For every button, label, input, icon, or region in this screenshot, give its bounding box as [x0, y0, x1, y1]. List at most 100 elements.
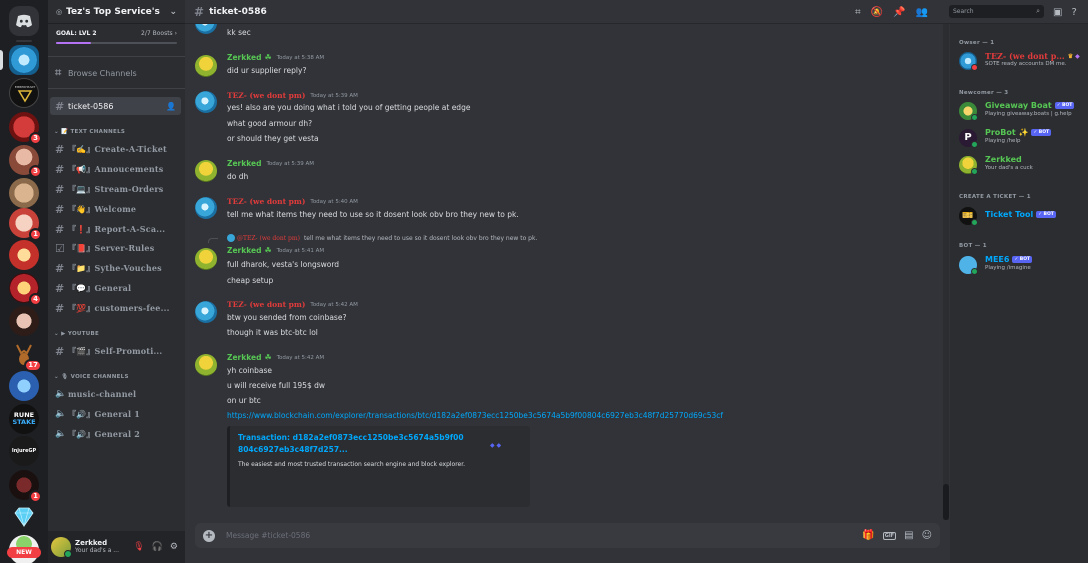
message-header: TEZ- (we dont pm) Today at 5:39 AM [227, 91, 358, 100]
blockchain-link[interactable]: https://www.blockchain.com/explorer/tran… [227, 411, 723, 420]
voice-general-1[interactable]: 🔈 『🔊』General 1 [50, 405, 181, 423]
channel-stream-orders[interactable]: # 『💻』Stream-Orders [50, 180, 181, 198]
avatar[interactable] [195, 24, 217, 34]
author-name[interactable]: Zerkked [227, 53, 261, 62]
threads-icon[interactable]: ⌗ [855, 7, 861, 18]
author-name[interactable]: TEZ- (we dont pm) [227, 91, 305, 100]
avatar[interactable] [195, 354, 217, 376]
reply-reference[interactable]: @TEZ- (we dont pm) tell me what items the… [208, 234, 537, 243]
avatar[interactable] [195, 248, 217, 270]
unread-badge: 17 [24, 359, 42, 372]
server-girl-icon[interactable] [9, 306, 39, 336]
server-runestake-icon[interactable]: RUNE STAKE [9, 404, 39, 434]
notifications-muted-icon[interactable]: 🔕 [871, 7, 883, 18]
channel-label: 『👋』Welcome [68, 203, 137, 214]
emoji-icon[interactable]: ☺ [922, 530, 932, 541]
server-injure-icon[interactable]: InjureGP [9, 436, 39, 466]
author-name[interactable]: TEZ- (we dont pm) [227, 300, 305, 309]
server-new-icon[interactable]: NEW [7, 535, 41, 563]
author-name[interactable]: Zerkked [227, 159, 261, 168]
bot-tag: ✓ BOT [1054, 102, 1075, 109]
reply-author: @TEZ- (we dont pm) [237, 234, 300, 242]
author-name[interactable]: Zerkked [227, 246, 261, 255]
boost-goal[interactable]: GOAL: LVL 2 2/7 Boosts › [48, 24, 185, 50]
member-list-icon[interactable]: 👥 [916, 7, 928, 18]
server-easy-ones-icon[interactable]: 3 [9, 112, 42, 145]
gift-icon[interactable]: 🎁 [862, 530, 874, 541]
user-avatar[interactable] [51, 537, 72, 558]
channel-create-a-ticket[interactable]: # 『✍』Create-A-Ticket [50, 140, 181, 158]
gif-icon[interactable]: GIF [882, 531, 897, 540]
add-member-icon[interactable]: 👤 [166, 102, 176, 111]
member-tez[interactable]: TEZ- (we dont p... ♛ ◆ SOTE ready accounts… [959, 51, 1087, 71]
sticker-icon[interactable]: ▤ [904, 530, 913, 541]
category-youtube[interactable]: ⌄ ▶ YOUTUBE [54, 331, 99, 337]
server-figure-icon[interactable] [9, 178, 39, 208]
user-panel: Zerkked Your dad's a ... 🎙 🎧 ⚙ [48, 531, 185, 563]
server-diamond-icon[interactable] [9, 502, 39, 532]
author-name[interactable]: TEZ- (we dont pm) [227, 197, 305, 206]
avatar[interactable] [195, 160, 217, 182]
discord-home-button[interactable] [9, 6, 39, 36]
channel-sythe-vouches[interactable]: # 『📁』Sythe-Vouches [50, 259, 181, 277]
server-flame-icon[interactable]: 4 [9, 273, 42, 306]
add-attachment-icon[interactable]: + [203, 529, 215, 542]
author-name[interactable]: Zerkked [227, 353, 261, 362]
avatar[interactable] [195, 91, 217, 113]
server-tez-icon[interactable] [9, 45, 39, 75]
server-header[interactable]: ◎ Tez's Top Service's ⌄ [48, 0, 185, 24]
avatar[interactable] [195, 301, 217, 323]
voice-general-2[interactable]: 🔈 『🔊』General 2 [50, 425, 181, 443]
channel-self-promotion[interactable]: # 『🎬』Self-Promoti... [50, 342, 181, 360]
channel-label: 『❗』Report-A-Sca... [68, 223, 166, 234]
scrollbar-thumb[interactable] [943, 484, 949, 520]
message-text: tell me what items they need to use so i… [227, 210, 519, 219]
channel-title: # ticket-0586 [194, 5, 267, 19]
boost-count: 2/7 Boosts › [141, 30, 177, 37]
server-emblem-icon[interactable]: EMBERHEART [9, 78, 39, 108]
browse-channels[interactable]: ⌗ Browse Channels [50, 64, 181, 82]
channel-server-rules[interactable]: ☑ 『📕』Server-Rules [50, 239, 181, 257]
avatar[interactable] [195, 55, 217, 77]
gear-icon[interactable]: ⚙ [170, 542, 178, 552]
message-text: on ur btc [227, 396, 261, 405]
channel-label: 『✍』Create-A-Ticket [68, 143, 167, 154]
channel-label: 『💻』Stream-Orders [68, 183, 164, 194]
user-info[interactable]: Zerkked Your dad's a ... [75, 539, 119, 555]
mic-muted-icon[interactable]: 🎙 [133, 542, 144, 552]
pin-icon[interactable]: 📌 [893, 7, 905, 18]
member-zerkked[interactable]: Zerkked Your dad's a cuck [959, 155, 1087, 175]
member-probot[interactable]: P ProBot ✨ ✓ BOT Playing /help [959, 128, 1087, 148]
server-anime-icon[interactable]: 1 [9, 208, 42, 241]
channel-annoucements[interactable]: # 『📢』Annoucements [50, 160, 181, 178]
channel-report-a-scam[interactable]: # 『❗』Report-A-Sca... [50, 220, 181, 238]
server-portrait-icon[interactable]: 3 [9, 145, 42, 178]
member-giveaway-boat[interactable]: Giveaway Boat ✓ BOT Playing giveaway.boat… [959, 101, 1087, 121]
inbox-icon[interactable]: ▣ [1053, 7, 1062, 18]
server-runescape-icon[interactable] [9, 371, 39, 401]
member-mee6[interactable]: MEE6 ✓ BOT Playing /imagine [959, 255, 1087, 275]
headphones-icon[interactable]: 🎧 [152, 542, 163, 552]
server-dark-icon[interactable]: 1 [9, 470, 42, 503]
embed-title[interactable]: Transaction: d182a2ef0873ecc1250be3c5674… [238, 432, 468, 456]
channel-general[interactable]: # 『💬』General [50, 279, 181, 297]
voice-music-channel[interactable]: 🔈 music-channel [50, 385, 181, 403]
message-list: kk sec Zerkked ☘ Today at 5:38 AM did ur s… [185, 24, 950, 520]
channel-welcome[interactable]: # 『👋』Welcome [50, 200, 181, 218]
browse-icon: ⌗ [55, 66, 62, 79]
message-input[interactable]: Message #ticket-0586 [226, 531, 310, 540]
channel-customers-feedback[interactable]: # 『💯』customers-fee... [50, 299, 181, 317]
avatar[interactable] [195, 197, 217, 219]
category-text-channels[interactable]: ⌄ 📝 TEXT CHANNELS [54, 129, 125, 135]
server-deer-icon[interactable]: 17 [9, 339, 42, 372]
speaker-icon: 🔈 [55, 389, 67, 399]
shield-logo-icon: EMBERHEART [15, 85, 35, 103]
search-input[interactable]: Search ⌕ [949, 5, 1044, 18]
server-red-icon[interactable] [9, 240, 39, 270]
category-voice-channels[interactable]: ⌄ 🎙 VOICE CHANNELS [54, 374, 129, 380]
member-ticket-tool[interactable]: 🎫 Ticket Tool ✓ BOT [959, 206, 1087, 226]
status-online-icon [971, 114, 978, 121]
help-icon[interactable]: ? [1071, 7, 1076, 18]
channel-ticket-0586[interactable]: # ticket-0586 👤 [50, 97, 181, 115]
message-scrollbar[interactable] [943, 24, 949, 520]
